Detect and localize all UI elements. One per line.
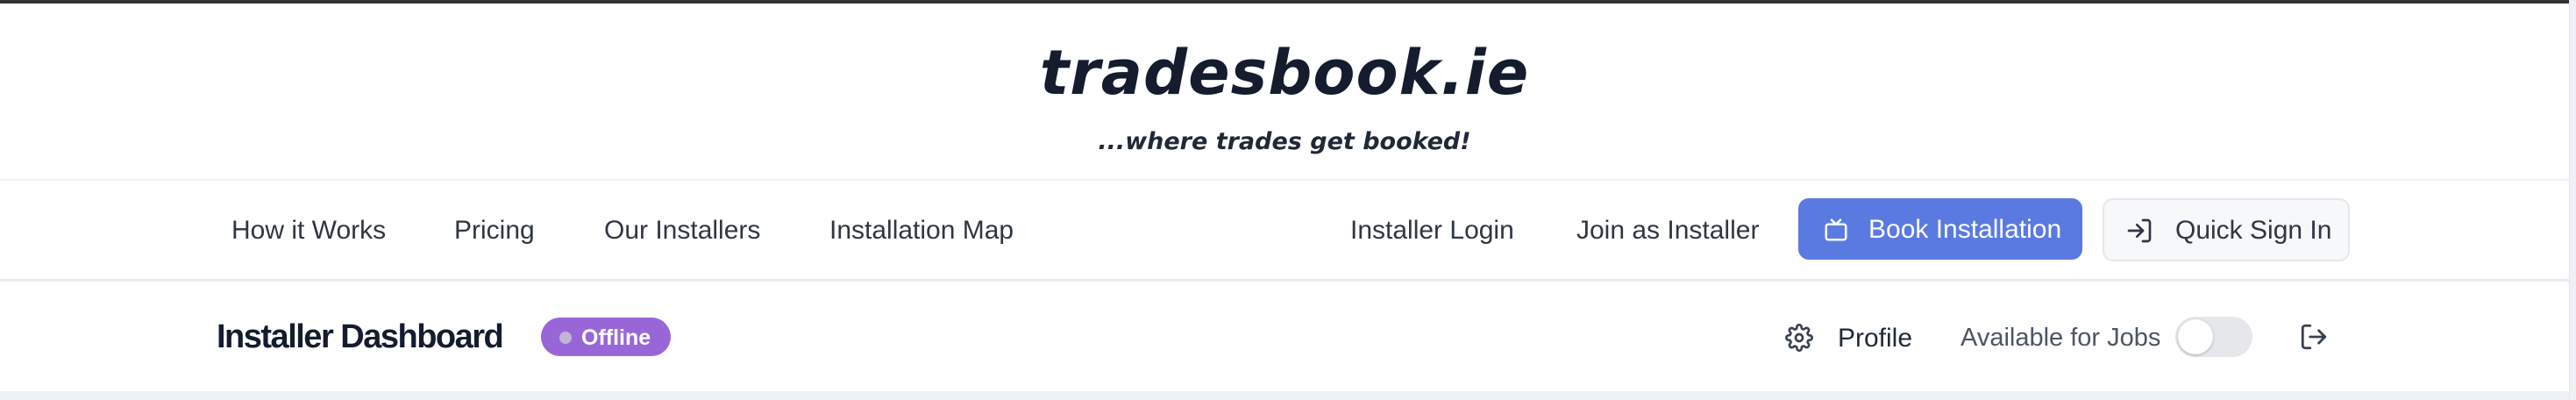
nav-how-it-works[interactable]: How it Works — [231, 216, 386, 246]
content-edge — [0, 391, 2569, 400]
join-as-installer-link[interactable]: Join as Installer — [1576, 216, 1759, 246]
nav-our-installers[interactable]: Our Installers — [604, 216, 760, 246]
quick-sign-in-button[interactable]: Quick Sign In — [2103, 198, 2350, 261]
tv-icon — [1825, 218, 1847, 241]
availability-label: Available for Jobs — [1960, 324, 2161, 352]
site-tagline: ...where trades get booked! — [1098, 128, 1471, 155]
logo-header: tradesbook.ie ...where trades get booked… — [0, 4, 2569, 179]
quick-sign-in-label: Quick Sign In — [2175, 216, 2332, 245]
nav-pricing[interactable]: Pricing — [454, 216, 535, 246]
toggle-knob — [2178, 319, 2213, 354]
main-navigation: How it Works Pricing Our Installers Inst… — [0, 181, 2569, 281]
nav-installation-map[interactable]: Installation Map — [829, 216, 1014, 246]
profile-label: Profile — [1838, 324, 1913, 353]
dashboard-header: Installer Dashboard Offline Profile Avai… — [0, 282, 2569, 391]
gear-icon — [1785, 324, 1813, 352]
status-dot — [559, 332, 572, 344]
book-installation-button[interactable]: Book Installation — [1798, 198, 2082, 260]
book-installation-label: Book Installation — [1868, 215, 2062, 244]
sign-in-icon — [2127, 218, 2152, 243]
logout-icon[interactable] — [2299, 322, 2329, 352]
site-logo[interactable]: tradesbook.ie — [0, 37, 2569, 109]
status-badge-label: Offline — [581, 325, 651, 350]
page-title: Installer Dashboard — [217, 318, 504, 355]
availability-toggle[interactable] — [2175, 317, 2252, 357]
scrollbar-track[interactable] — [2569, 0, 2576, 400]
status-badge: Offline — [541, 318, 671, 356]
installer-login-link[interactable]: Installer Login — [1350, 216, 1514, 246]
